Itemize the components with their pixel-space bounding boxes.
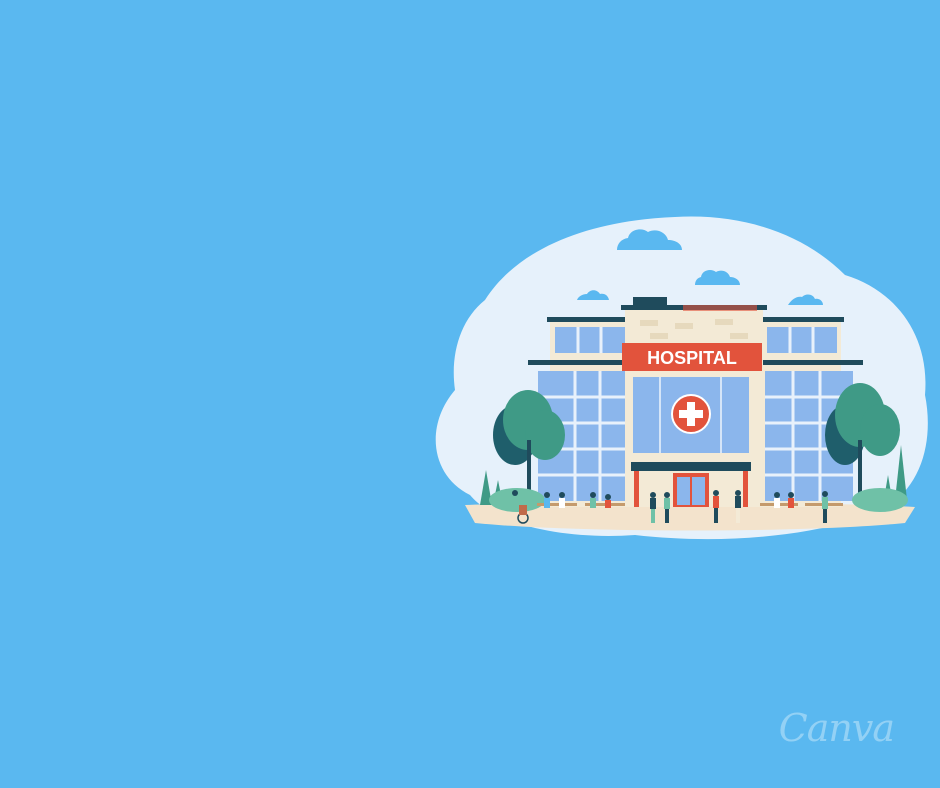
- person-sitting-2: [559, 492, 565, 508]
- central-tower: HOSPITAL: [621, 297, 767, 507]
- canvas-background: HOSPITAL Canva: [0, 0, 940, 788]
- person-sitting-6: [788, 492, 794, 508]
- hospital-illustration: HOSPITAL: [435, 216, 928, 540]
- person-sitting-3: [590, 492, 596, 508]
- hospital-sign-text: HOSPITAL: [647, 348, 737, 368]
- person-sitting-5: [774, 492, 780, 508]
- canva-watermark: Canva: [778, 706, 895, 750]
- person-sitting-4: [605, 494, 611, 508]
- person-sitting-1: [544, 492, 550, 508]
